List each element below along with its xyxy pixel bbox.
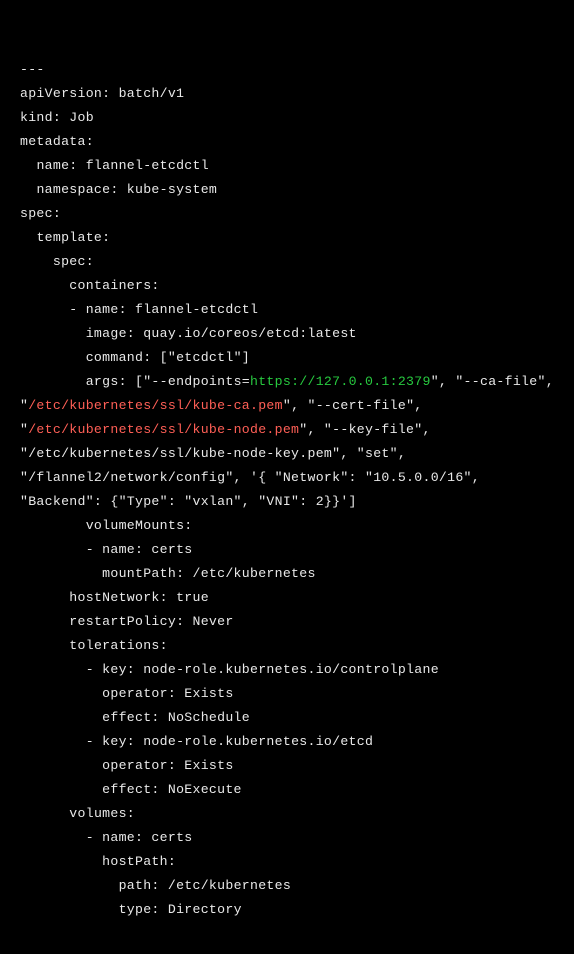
code-line: path: /etc/kubernetes bbox=[20, 878, 291, 893]
code-line: - name: certs bbox=[20, 542, 193, 557]
code-line: operator: Exists bbox=[20, 758, 234, 773]
code-line: type: Directory bbox=[20, 902, 242, 917]
code-line: name: flannel-etcdctl bbox=[20, 158, 209, 173]
code-line: namespace: kube-system bbox=[20, 182, 217, 197]
code-text: args: ["--endpoints= bbox=[20, 374, 250, 389]
yaml-code-block: --- apiVersion: batch/v1 kind: Job metad… bbox=[0, 0, 574, 942]
code-line: - key: node-role.kubernetes.io/etcd bbox=[20, 734, 373, 749]
code-line: effect: NoSchedule bbox=[20, 710, 250, 725]
code-line: operator: Exists bbox=[20, 686, 234, 701]
cert-path: /etc/kubernetes/ssl/kube-node.pem bbox=[28, 422, 299, 437]
code-line: mountPath: /etc/kubernetes bbox=[20, 566, 316, 581]
code-line: volumeMounts: bbox=[20, 518, 193, 533]
code-line: volumes: bbox=[20, 806, 135, 821]
code-line: restartPolicy: Never bbox=[20, 614, 234, 629]
code-line: command: ["etcdctl"] bbox=[20, 350, 250, 365]
code-line: metadata: bbox=[20, 134, 94, 149]
code-line: kind: Job bbox=[20, 110, 94, 125]
cert-path: /etc/kubernetes/ssl/kube-ca.pem bbox=[28, 398, 283, 413]
code-line: spec: bbox=[20, 254, 94, 269]
code-line: --- bbox=[20, 62, 45, 77]
code-line: apiVersion: batch/v1 bbox=[20, 86, 184, 101]
code-line: template: bbox=[20, 230, 110, 245]
code-line: - key: node-role.kubernetes.io/controlpl… bbox=[20, 662, 439, 677]
code-line: hostNetwork: true bbox=[20, 590, 209, 605]
code-line: spec: bbox=[20, 206, 61, 221]
code-line: containers: bbox=[20, 278, 160, 293]
code-line: - name: flannel-etcdctl bbox=[20, 302, 258, 317]
code-line: tolerations: bbox=[20, 638, 168, 653]
code-line: - name: certs bbox=[20, 830, 193, 845]
code-line: effect: NoExecute bbox=[20, 782, 242, 797]
code-line: image: quay.io/coreos/etcd:latest bbox=[20, 326, 357, 341]
endpoint-url: https://127.0.0.1:2379 bbox=[250, 374, 431, 389]
code-line: hostPath: bbox=[20, 854, 176, 869]
